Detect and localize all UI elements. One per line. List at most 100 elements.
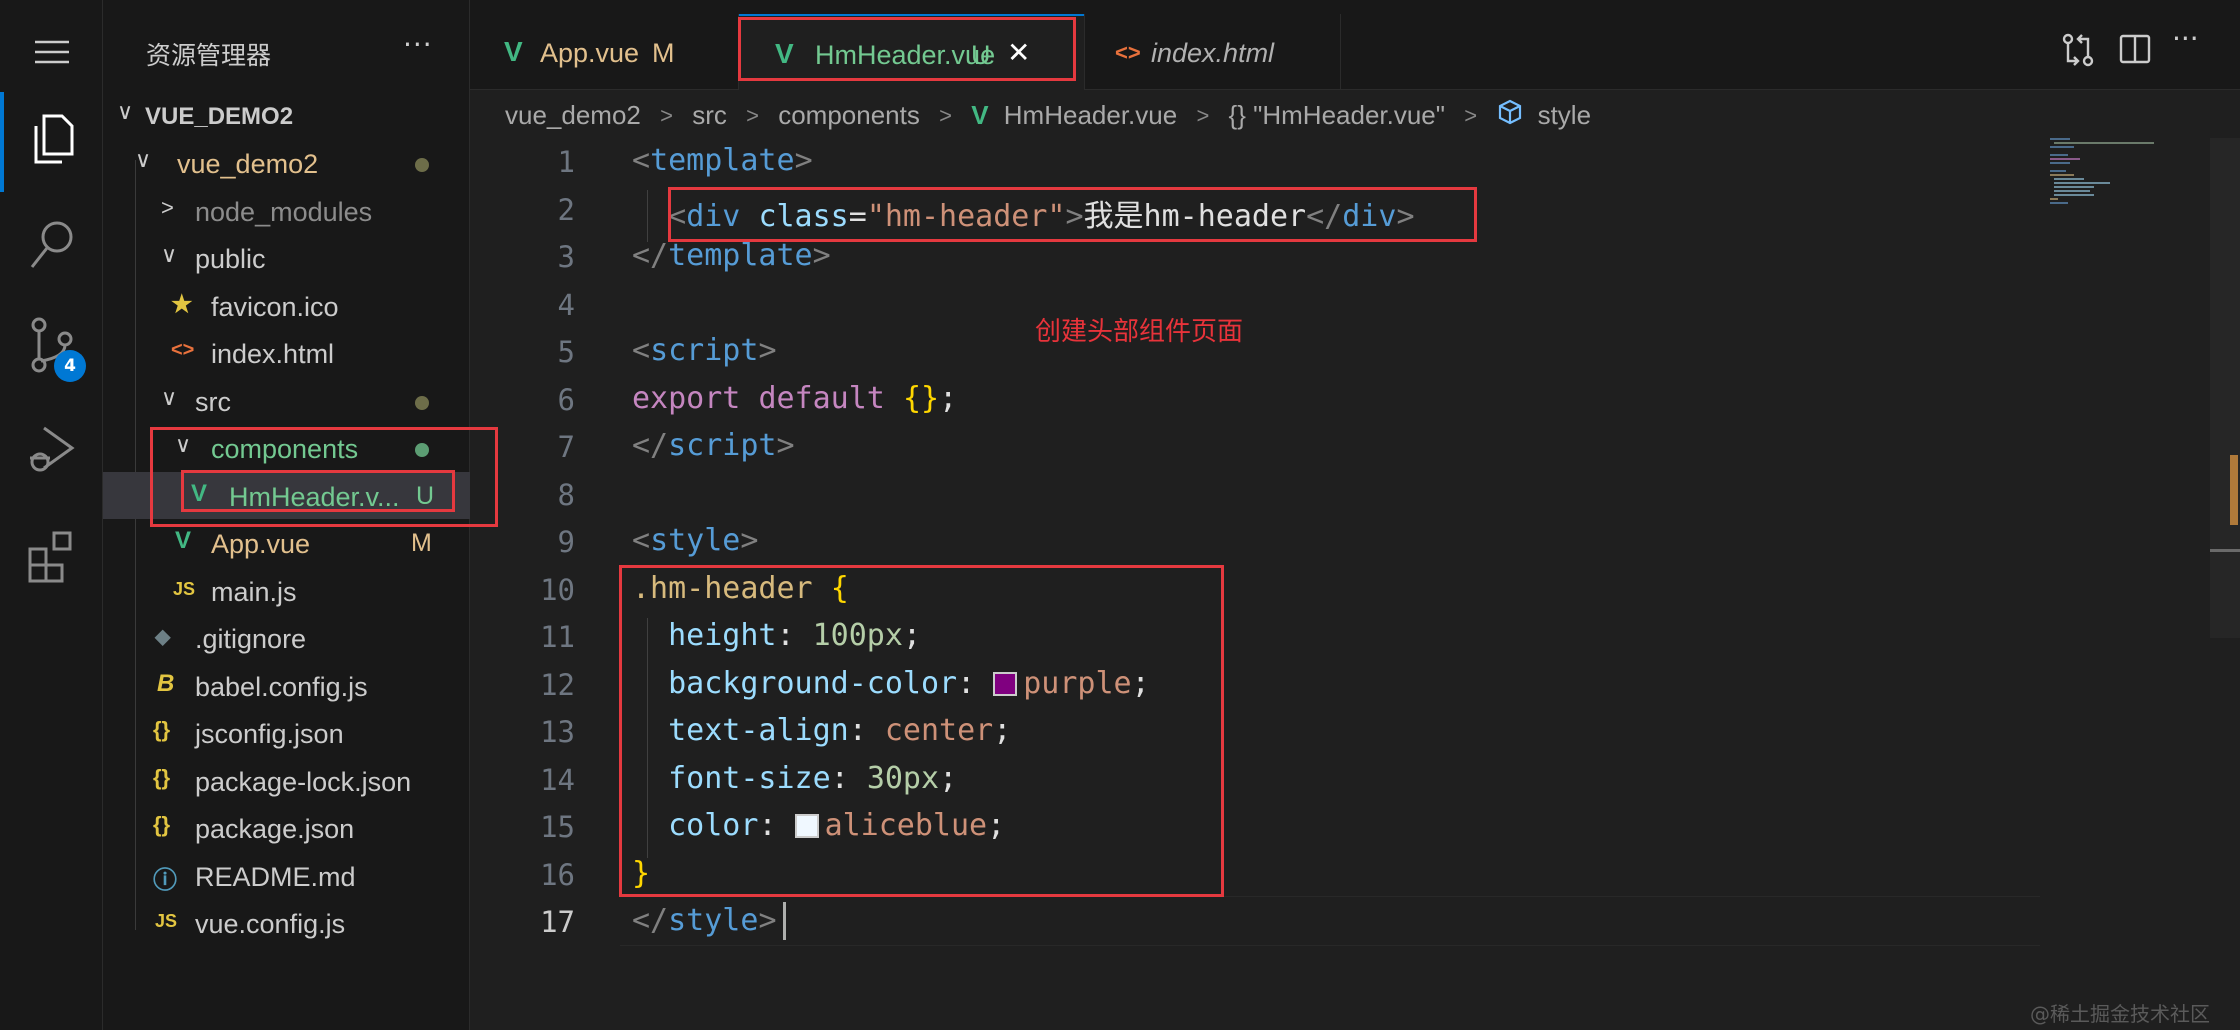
menu-icon[interactable] [0,12,103,92]
tree-item-label: src [195,387,231,417]
code-line-4[interactable] [632,286,650,321]
modified-dot [415,396,429,410]
chevron-right-icon: > [1464,102,1478,128]
tree-item-index-html[interactable]: <> index.html [103,329,470,376]
line-number: 15 [540,810,575,844]
tree-item-node-modules[interactable]: > node_modules [103,187,470,234]
tree-item-label: VUE_DEMO2 [145,103,294,130]
tab-separator [1340,14,1341,90]
chevron-right-icon: > [746,102,759,128]
minimap[interactable] [2040,138,2200,218]
code-line-1[interactable]: <template> [632,143,813,178]
breadcrumb-item[interactable]: HmHeader.vue [1004,100,1177,131]
highlight-box-style-rules [619,565,1224,897]
line-number: 17 [540,905,575,939]
tab-label: App.vue [540,38,640,68]
tree-item-label: jsconfig.json [195,719,344,749]
tab-app-vue[interactable]: V App.vue M [470,14,738,90]
vertical-scrollbar[interactable] [2210,138,2240,638]
code-line-3[interactable]: </template> [632,238,831,273]
code-line-17[interactable]: </style> [632,903,777,938]
tree-item-package-json[interactable]: {} package.json [103,804,470,851]
tree-item-label: vue.config.js [195,909,346,939]
line-number: 11 [540,620,575,654]
tree-item-label: .gitignore [195,624,307,654]
breadcrumb-item[interactable]: vue_demo2 [505,100,641,131]
chevron-right-icon: > [660,102,673,128]
extensions-icon[interactable] [0,515,103,595]
breadcrumb-item[interactable]: src [692,100,727,131]
scrollbar-position [2210,549,2240,552]
line-number: 7 [557,430,575,464]
line-number: 9 [557,525,575,559]
code-line-7[interactable]: </script> [632,428,795,463]
breadcrumb-item[interactable]: style [1538,100,1591,131]
breadcrumb-item[interactable]: {} "HmHeader.vue" [1229,100,1445,131]
tree-item-main-js[interactable]: JS main.js [103,567,470,614]
scrollbar-marker [2230,455,2238,525]
tree-item-public[interactable]: ∨ public [103,234,470,281]
more-actions-icon[interactable]: ··· [403,28,433,61]
code-line-9[interactable]: <style> [632,523,758,558]
line-number: 2 [557,193,575,227]
highlight-box-hmheader [181,470,455,512]
vue-file-icon: V [504,36,523,67]
tab-status: M [652,38,675,68]
tree-item-favicon[interactable]: ★ favicon.ico [103,282,470,329]
html-file-icon: <> [1115,40,1141,65]
tab-index-html[interactable]: <> index.html [1085,14,1340,90]
tree-item-label: babel.config.js [195,672,368,702]
run-debug-icon[interactable] [0,410,103,490]
line-number: 8 [557,478,575,512]
babel-file-icon: B [157,670,175,697]
tree-item-root[interactable]: ∨ VUE_DEMO2 [103,91,470,138]
chevron-down-icon: ∨ [161,242,178,267]
tree-item-vue-demo2[interactable]: ∨ vue_demo2 [103,139,470,186]
tree-item-label: package-lock.json [195,767,412,797]
star-icon: ★ [171,291,193,318]
tree-item-label: index.html [211,339,335,369]
chevron-right-icon: > [161,195,174,220]
source-control-icon[interactable] [0,305,103,385]
git-file-icon: ◆ [155,626,171,648]
tree-item-src[interactable]: ∨ src [103,377,470,424]
chevron-right-icon: > [1196,102,1210,128]
tree-item-babel-config[interactable]: B babel.config.js [103,662,470,709]
json-file-icon: {} [153,765,171,790]
chevron-down-icon: ∨ [117,99,134,124]
tree-item-label: App.vue [211,529,311,559]
tree-item-vue-config[interactable]: JS vue.config.js [103,899,470,946]
line-number: 1 [557,145,575,179]
explorer-title: 资源管理器 [146,41,272,70]
tree-item-label: public [195,244,266,274]
line-number: 4 [557,288,575,322]
tab-bar: V App.vue M V HmHeader.vue U ✕ <> index.… [470,0,2240,90]
tab-label: index.html [1151,38,1275,68]
tree-item-gitignore[interactable]: ◆ .gitignore [103,614,470,661]
explorer-icon[interactable] [0,100,103,180]
tree-item-package-lock[interactable]: {} package-lock.json [103,757,470,804]
line-number: 3 [557,240,575,274]
more-actions-icon[interactable]: ··· [2172,22,2199,55]
tree-item-jsconfig[interactable]: {} jsconfig.json [103,709,470,756]
highlight-box-template-div [668,187,1477,242]
line-number: 6 [557,383,575,417]
split-editor-icon[interactable] [2118,32,2152,70]
current-line-highlight [620,896,2040,946]
code-line-5[interactable]: <script> [632,333,777,368]
search-icon[interactable] [0,205,103,285]
code-line-6[interactable]: export default {}; [632,381,957,416]
code-line-8[interactable] [632,476,650,511]
tree-item-label: README.md [195,862,356,892]
compare-changes-icon[interactable] [2060,32,2096,72]
tree-item-readme[interactable]: ⓘ README.md [103,852,470,899]
json-file-icon: {} [153,812,171,837]
breadcrumb-item[interactable]: components [778,100,920,131]
line-number: 16 [540,858,575,892]
line-number: 5 [557,335,575,369]
chevron-down-icon: ∨ [135,147,152,172]
tree-item-label: vue_demo2 [177,149,319,179]
line-number: 14 [540,763,575,797]
js-file-icon: JS [155,911,178,931]
chevron-down-icon: ∨ [161,385,178,410]
